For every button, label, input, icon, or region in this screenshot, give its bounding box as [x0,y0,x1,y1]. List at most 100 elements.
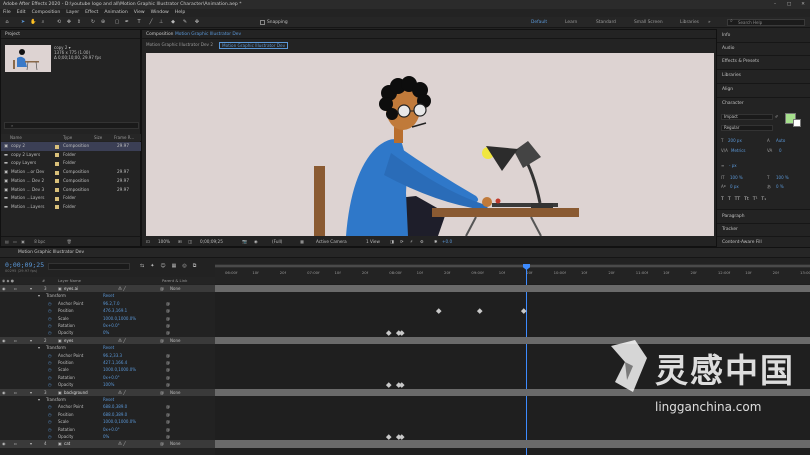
pan-camera-icon[interactable]: ✥ [66,19,72,25]
stopwatch-icon[interactable]: ◷ [48,403,52,410]
rectangle-tool-icon[interactable]: ▢ [114,19,120,25]
layer-row[interactable]: ◉ ▫ ▾ 3 ▣ background ⁂ ╱ @ None [0,389,215,396]
label-color-swatch[interactable] [55,153,59,158]
tracking-value[interactable]: 0 [779,148,782,153]
faux-italic-button[interactable]: T [728,197,731,204]
property-value[interactable]: 96.2,33.3 [103,352,122,359]
font-style-select[interactable]: Regular [721,125,773,131]
property-value[interactable]: 427.1,166.4 [103,359,127,366]
panel-tab-info[interactable]: Info [722,29,730,42]
col-parent[interactable]: Parent & Link [162,277,187,284]
roto-brush-icon[interactable]: ✎ [182,19,188,25]
composition-mini-flowchart-icon[interactable]: ⇆ [140,263,144,269]
composition-tab-label[interactable]: Composition [146,32,173,37]
hand-tool-icon[interactable]: ✋ [30,19,36,25]
panel-tab-paragraph[interactable]: Paragraph [722,210,745,223]
workspace-standard[interactable]: Standard [596,18,616,27]
expression-pickwhip-icon[interactable]: @ [166,307,170,314]
parent-pickwhip-icon[interactable]: @ [160,285,164,292]
expression-pickwhip-icon[interactable]: @ [166,315,170,322]
layer-property-row[interactable]: ◷ Scale 1000.0,1000.0% @ [0,418,215,425]
label-color-swatch[interactable] [55,161,59,166]
expression-pickwhip-icon[interactable]: @ [166,329,170,336]
project-item[interactable]: ▣ Motion ... Dev 2 Composition 29.97 [1,177,142,186]
layer-duration-bar[interactable] [215,440,810,448]
kerning-value[interactable]: Metrics [731,148,746,153]
composition-canvas[interactable] [146,53,714,236]
crumb-dev-2[interactable]: Motion Graphic Illustrator Dev 2 [146,41,213,49]
property-value[interactable]: Reset [103,396,114,403]
stopwatch-icon[interactable]: ◷ [48,374,52,381]
faux-bold-button[interactable]: T [721,197,724,204]
expression-pickwhip-icon[interactable]: @ [166,366,170,373]
exposure-value[interactable]: +0.0 [442,237,452,247]
expand-arrow-icon[interactable]: ▾ [38,396,40,403]
close-icon[interactable]: ✕ [796,0,810,9]
expression-pickwhip-icon[interactable]: @ [166,433,170,440]
expression-pickwhip-icon[interactable]: @ [166,322,170,329]
label-color-swatch[interactable] [55,205,59,210]
work-area[interactable] [215,264,810,268]
mask-icon[interactable]: ◫ [188,237,192,247]
property-value[interactable]: 1000.0,1000.0% [103,315,136,322]
workspace-small-screen[interactable]: Small Screen [634,18,663,27]
stopwatch-icon[interactable]: ◷ [48,352,52,359]
layer-property-row[interactable]: ▾ Transform Reset [0,344,215,351]
workspace-learn[interactable]: Learn [565,18,577,27]
layer-property-row[interactable]: ▾ Transform Reset [0,292,215,299]
composition-tab-link[interactable]: Motion Graphic Illustrator Dev [175,32,241,37]
layer-property-row[interactable]: ◷ Opacity 0% @ [0,433,215,440]
font-size-value[interactable]: 200 px [728,138,742,143]
property-value[interactable]: 96.2,7.0 [103,300,120,307]
eraser-tool-icon[interactable]: ◆ [170,19,176,25]
stopwatch-icon[interactable]: ◷ [48,433,52,440]
panel-tab-libraries[interactable]: Libraries [722,69,741,82]
property-value[interactable]: 0% [103,433,109,440]
stroke-color-swatch[interactable] [793,119,801,127]
timeline-tracks[interactable] [215,284,810,455]
layer-switches[interactable]: ⁂ ╱ [118,389,126,396]
layer-property-row[interactable]: ◷ Opacity 0% @ [0,329,215,336]
current-time[interactable]: 0;00;09;25 [200,237,223,247]
property-value[interactable]: Reset [103,344,114,351]
layer-property-row[interactable]: ◷ Opacity 100% @ [0,381,215,388]
baseline-shift-value[interactable]: 0 px [730,184,739,189]
fast-previews-icon[interactable]: ⚡ [410,237,413,247]
visibility-eye-icon[interactable]: ◉ [2,285,6,292]
layer-property-row[interactable]: ◷ Position 688.0,389.0 @ [0,411,215,418]
delete-icon[interactable]: 🗑 [67,239,72,244]
stopwatch-icon[interactable]: ◷ [48,426,52,433]
layer-property-row[interactable]: ◷ Anchor Point 688.0,389.0 @ [0,403,215,410]
visibility-eye-icon[interactable]: ◉ [2,440,6,447]
label-color-swatch[interactable] [55,170,59,175]
parent-select[interactable]: None [170,285,180,292]
stopwatch-icon[interactable]: ◷ [48,381,52,388]
menu-animation[interactable]: Animation [104,9,127,17]
expand-arrow-icon[interactable]: ▾ [38,292,40,299]
anchor-tool-icon[interactable]: ⊕ [100,19,106,25]
zoom-select[interactable]: 100% [158,237,170,247]
brush-tool-icon[interactable]: ╱ [148,19,154,25]
timeline-search-input[interactable] [48,263,130,270]
rotation-tool-icon[interactable]: ↻ [90,19,96,25]
layer-row[interactable]: ◉ ▫ ▾ 4 ▣ cat ⁂ ╱ @ None [0,440,215,447]
motion-blur-icon[interactable]: ◎ [182,263,186,269]
layer-duration-bar[interactable] [215,285,810,293]
search-help-input[interactable]: Search Help [727,19,805,26]
property-value[interactable]: 0x+0.0° [103,426,120,433]
menu-file[interactable]: File [3,9,11,17]
layer-property-row[interactable]: ◷ Rotation 0x+0.0° @ [0,374,215,381]
expression-pickwhip-icon[interactable]: @ [166,374,170,381]
label-color-swatch[interactable] [55,188,59,192]
layer-name[interactable]: cat [64,440,70,447]
crumb-dev[interactable]: Motion Graphic Illustrator Dev [219,42,289,49]
panel-tab-audio[interactable]: Audio [722,42,734,55]
layer-name[interactable]: background [64,389,88,396]
col-frame-rate[interactable]: Frame R... [114,134,134,141]
property-value[interactable]: Reset [103,292,114,299]
stopwatch-icon[interactable]: ◷ [48,359,52,366]
menu-composition[interactable]: Composition [32,9,61,17]
playhead[interactable] [526,264,527,455]
property-value[interactable]: 688.0,389.0 [103,403,127,410]
expand-arrow-icon[interactable]: ▾ [30,337,32,344]
